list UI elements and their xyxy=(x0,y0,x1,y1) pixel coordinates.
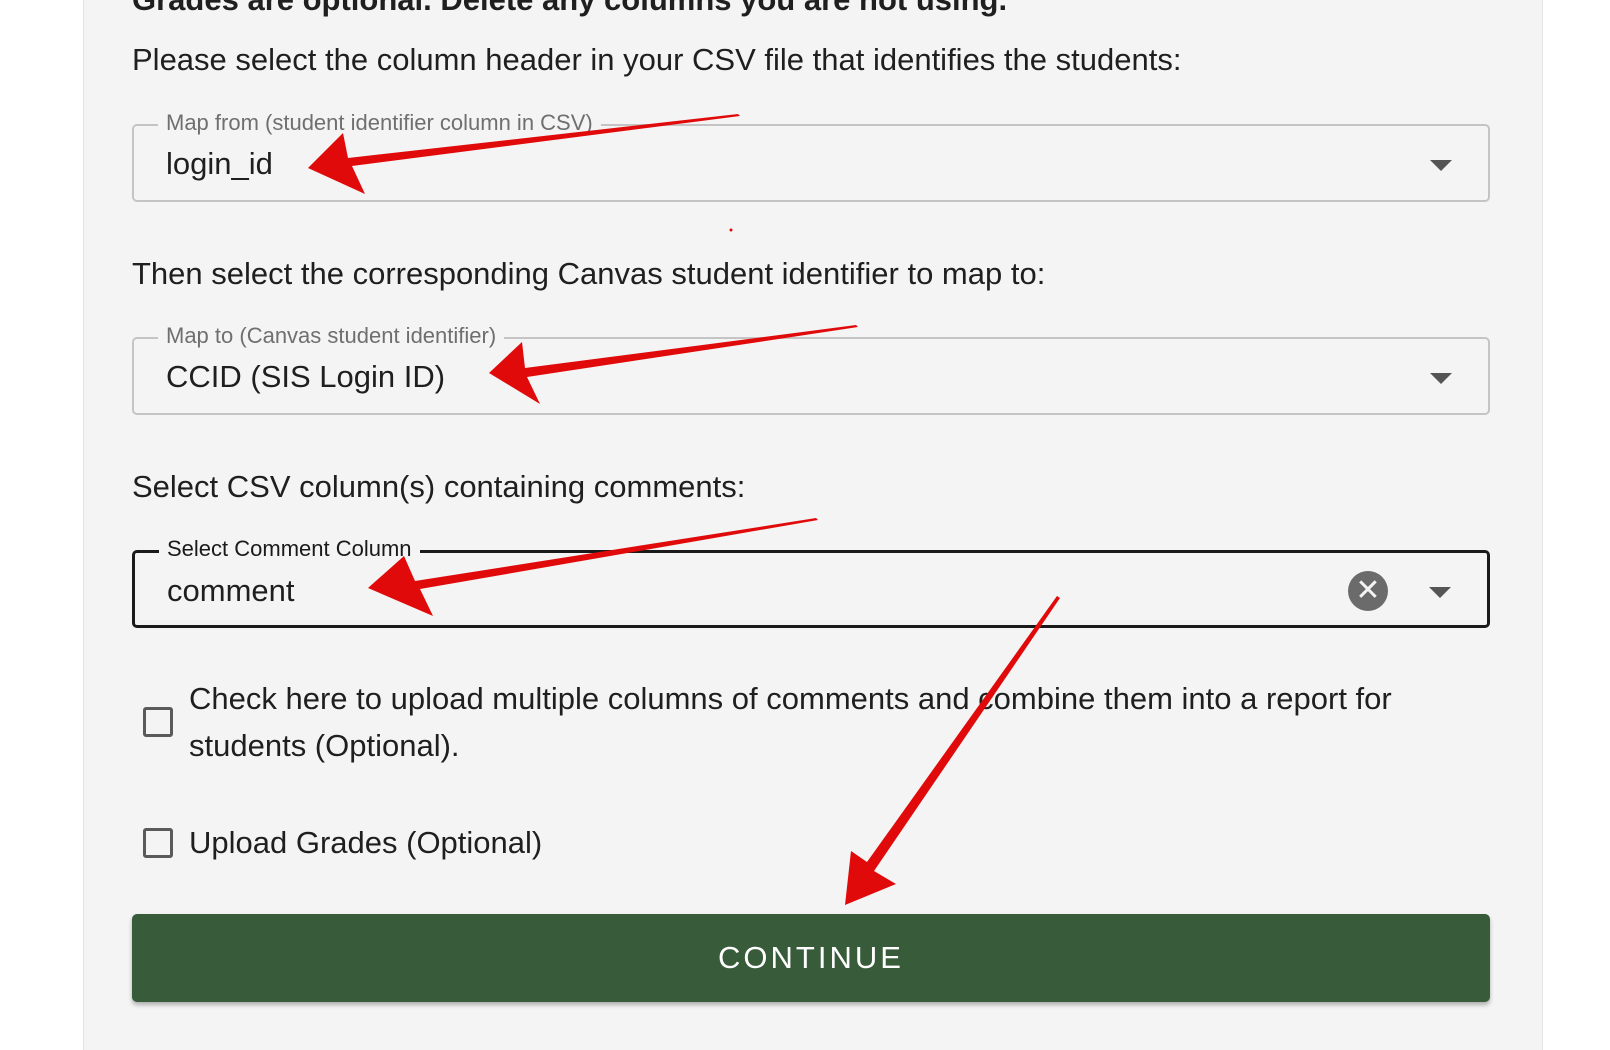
comment-column-select[interactable]: Select Comment Column comment ✕ xyxy=(132,536,1490,628)
map-to-value: CCID (SIS Login ID) xyxy=(166,359,446,394)
map-to-prompt: Then select the corresponding Canvas stu… xyxy=(132,256,1046,291)
chevron-down-icon[interactable] xyxy=(1430,160,1452,171)
map-to-label: Map to (Canvas student identifier) xyxy=(158,323,505,349)
comment-column-label: Select Comment Column xyxy=(159,536,420,562)
comments-prompt: Select CSV column(s) containing comments… xyxy=(132,469,746,504)
continue-button[interactable]: CONTINUE xyxy=(132,914,1490,1002)
chevron-down-icon[interactable] xyxy=(1429,587,1451,598)
instructions-cutoff: Grades are optional. Delete any columns … xyxy=(132,0,1007,18)
upload-grades-label: Upload Grades (Optional) xyxy=(189,825,543,860)
map-from-value: login_id xyxy=(166,146,273,181)
map-from-prompt: Please select the column header in your … xyxy=(132,42,1182,77)
chevron-down-icon[interactable] xyxy=(1430,373,1452,384)
map-from-select[interactable]: Map from (student identifier column in C… xyxy=(132,110,1490,202)
multiple-comments-label: Check here to upload multiple columns of… xyxy=(189,681,1392,763)
upload-grades-checkbox[interactable] xyxy=(143,828,173,858)
map-to-select[interactable]: Map to (Canvas student identifier) CCID … xyxy=(132,323,1490,415)
clear-icon[interactable]: ✕ xyxy=(1348,571,1388,611)
comment-column-value: comment xyxy=(167,573,295,608)
map-from-label: Map from (student identifier column in C… xyxy=(158,110,601,136)
multiple-comments-checkbox[interactable] xyxy=(143,707,173,737)
